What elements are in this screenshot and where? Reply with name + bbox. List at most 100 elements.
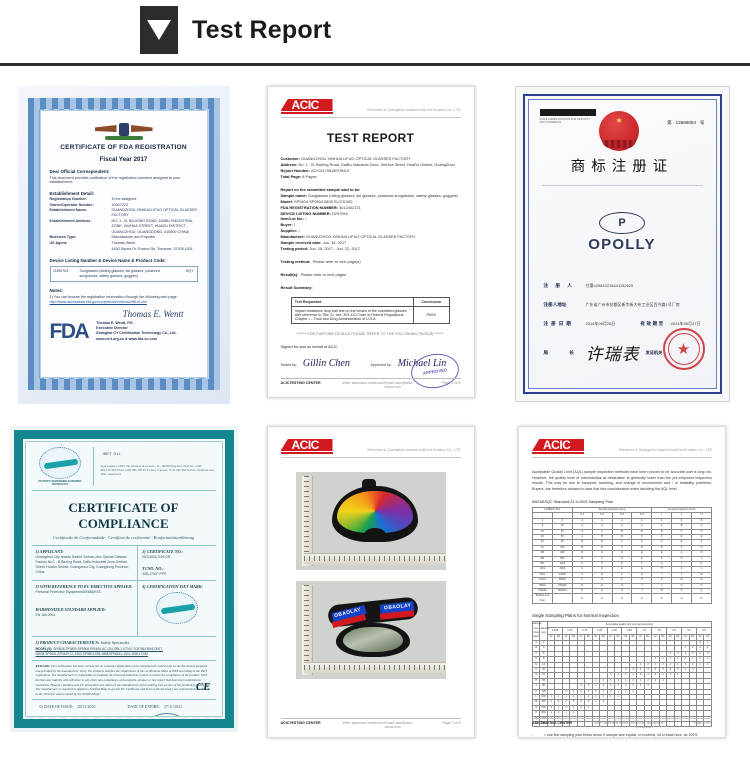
fda-title: CERTIFICATE OF FDA REGISTRATION xyxy=(60,144,187,151)
table-row: Business Type: Manufacturer and Exporter xyxy=(49,235,156,240)
fda-estab-heading: Establishment Detail: xyxy=(49,191,95,197)
dates-row: 6) DATE OF ISSUE: 28/11/2016 DATE OF EXPI… xyxy=(39,704,183,710)
gallery-cell-fda[interactable]: CERTIFICATE OF FDA REGISTRATION Fiscal Y… xyxy=(0,86,247,426)
aql-intro-paragraph: Acceptable Quality Limit (AQL) sample in… xyxy=(532,470,712,492)
trademark-title: 商标注册证 xyxy=(570,159,674,175)
document-footer: ACICTESTING CENTER Web: www.acic-china.c… xyxy=(280,377,461,389)
acic-test-report-document[interactable]: ACIC Shenzhen & Guangzhou Inspect.ion&Ce… xyxy=(266,86,475,398)
document-footer: ACICTESTING CENTER Web: www.acic-china.c… xyxy=(280,717,461,729)
table-row: 500001 And Over D E H K N Q R xyxy=(532,593,712,605)
gallery-cell-trademark[interactable]: STATE ADMINISTRATION FOR INDUSTRY AND CO… xyxy=(494,86,750,426)
iset-badge-icon: ISTITUTO SUPERIORE EUROPEO TECNOLOGY xyxy=(32,447,94,487)
signed-on-behalf: Signed for and on behalf of ACIC xyxy=(280,343,338,349)
table-row: Owner/Operator Number: 10007223 xyxy=(49,202,128,207)
directive-block: 3) WITH REFERENCE TO EC DIRECTIVE APPLIE… xyxy=(32,581,139,637)
registrant-field: 注 册 人 付惠ó29840216441152620 xyxy=(543,283,634,288)
header-title-row: Test Report xyxy=(0,6,331,54)
ski-goggles-strap-obaolay-photo: OBAOLAY OBAOLAY xyxy=(295,581,446,679)
fda-logo: FDA xyxy=(49,320,90,344)
red-star-seal-icon: ★ xyxy=(662,328,705,370)
iset-certificate-of-compliance[interactable]: ISTITUTO SUPERIORE EUROPEO TECNOLOGY ISE… xyxy=(9,426,238,732)
footer-email: Email: acic@acic-china.com xyxy=(384,721,414,729)
certificate-gallery-grid: CERTIFICATE OF FDA REGISTRATION Fiscal Y… xyxy=(0,66,750,770)
footer-center-name: ACICTESTING CENTER xyxy=(532,721,573,725)
total-page-row: Total Page: 8 Pages xyxy=(280,173,317,179)
china-national-emblem-icon: ★ xyxy=(596,109,642,153)
page-title: Test Report xyxy=(192,15,332,44)
acic-aql-sampling-plan-document[interactable]: ACIC Shenzhen & Guangzhou Inspect.ion&Ce… xyxy=(518,426,726,738)
legend-item: ↓ = use first sampling plan below arrow. … xyxy=(532,733,698,738)
document-footer: ACICTESTING CENTER Web: www.acic-china.c… xyxy=(532,717,712,729)
gallery-cell-test-report[interactable]: ACIC Shenzhen & Guangzhou Inspect.ion&Ce… xyxy=(247,86,494,426)
fda-registration-link[interactable]: http://www.accessdata.fda.gov/scripts/cd… xyxy=(50,300,198,304)
director-signature-row: 局 长 许瑞表 发证机关 ★ xyxy=(540,328,705,370)
iset-issuer-address: Sedi Legale e Uffici: Via Giuliano di Lo… xyxy=(100,464,215,477)
table-row: US Agent: Thomas Wenti xyxy=(49,240,136,245)
page-header: Test Report xyxy=(0,0,750,66)
table-row: Testing period: Jun. 15, 2017 - Jun. 22,… xyxy=(280,246,361,252)
fda-corr-heading: Dear Official Correspondent: xyxy=(49,169,110,174)
acic-sample-photo-document[interactable]: ACIC Shenzhen & Guangzhou Inspect.ion&Ce… xyxy=(266,426,475,738)
col-test-requested: Test Requested xyxy=(291,296,414,307)
aql-lot-size-table: Lot/Batch Size Special inspection levels G… xyxy=(532,506,712,605)
triangle-down-icon xyxy=(140,6,178,54)
fda-device-heading: Device Listing Number & Device Name & Pr… xyxy=(49,257,166,263)
col-conclusion: Conclusion xyxy=(412,296,450,307)
acic-logo-icon: ACIC xyxy=(532,439,584,454)
iset-mark-block: 4) CERTIFICATION ISET MARK: xyxy=(138,581,215,636)
acic-company-line: Shenzhen & Guangzhou Inspect.ion&Cert.if… xyxy=(618,448,712,452)
table-row: Impact resistance drop ball test on the … xyxy=(291,305,450,324)
ce-mark-icon: CE xyxy=(195,681,211,694)
gallery-cell-iset[interactable]: ISTITUTO SUPERIORE EUROPEO TECNOLOGY ISE… xyxy=(0,426,247,756)
table-row: Establishment Address: NO. 1 - B, BAJIONG… xyxy=(49,219,193,234)
iset-round-stamp-icon: ISET S.R.L. xyxy=(143,713,190,716)
iset-subtitle: Certificado de Conformidade · Certificat… xyxy=(31,535,216,547)
footer-web: Web: www.acic-china.com xyxy=(594,721,636,725)
gallery-cell-sample-photos[interactable]: ACIC Shenzhen & Guangzhou Inspect.ion&Ce… xyxy=(247,426,494,756)
certificate-no-block: 2) CERTIFICATE NO.: ISG1600LT/4012R TCNO… xyxy=(142,549,184,577)
acic-company-line: Shenzhen & Guangzhou Inspect.ion&Cert.if… xyxy=(366,108,461,112)
fda-signer-web: www.cert.org.cn & www.fda-cn.com xyxy=(96,336,158,341)
footer-center-name: ACICTESTING CENTER xyxy=(280,721,321,725)
footer-center-name: ACICTESTING CENTER xyxy=(280,381,321,385)
fda-corr-text: This document provides notification of t… xyxy=(49,175,181,185)
result-summary-table: Test Requested Conclusion Impact resista… xyxy=(291,296,450,324)
testing-method-row: Testing method: Please refer to next pag… xyxy=(280,259,361,265)
footer-web: Web: www.acic-china.com xyxy=(342,721,385,725)
cell-conclusion: PASS xyxy=(412,305,450,324)
opolly-logo-icon xyxy=(599,212,645,234)
fda-notes-text: 1) You can browse the registration infor… xyxy=(49,294,178,299)
ministry-block: STATE ADMINISTRATION FOR INDUSTRY AND CO… xyxy=(539,109,597,124)
director-signature: 许瑞表 xyxy=(585,345,640,364)
acic-logo-icon: ACIC xyxy=(280,99,333,114)
fda-signature: Thomas E. Wentt xyxy=(122,308,184,319)
fda-subtitle: Fiscal Year 2017 xyxy=(99,156,148,163)
footer-email: Email: acic@acic-china.com xyxy=(384,381,414,389)
results-row: Result(s): Please refer to next pages xyxy=(280,272,347,277)
eagle-emblem-icon xyxy=(94,123,153,140)
ski-goggles-rainbow-lens-photo xyxy=(295,472,446,570)
fda-device-box: D390704 Sunglasses (sliding glasses, ski… xyxy=(49,265,198,283)
remark-block: REMARK: The certification has been carri… xyxy=(31,661,216,701)
trademark-registration-certificate[interactable]: STATE ADMINISTRATION FOR INDUSTRY AND CO… xyxy=(514,86,730,402)
footer-page: Page 8 of 8 xyxy=(693,721,712,725)
table-row: Establishment Name: GUANGZHOU XINHUA LIFU… xyxy=(49,208,198,218)
iset-issuer-name: ISET S.r.l. xyxy=(102,451,122,456)
ministry-sub: STATE ADMINISTRATION FOR INDUSTRY AND CO… xyxy=(539,117,591,124)
footer-email: Email: acic@acic-china.com xyxy=(636,721,665,729)
gallery-cell-aql[interactable]: ACIC Shenzhen & Guangzhou Inspect.ion&Ce… xyxy=(494,426,750,756)
registrant-address-field: 注册人地址 广东省广州市花都区新华街大布工业区百兴路1号厂房 xyxy=(543,302,680,307)
acic-company-line: Shenzhen & Guangzhou Inspect.ion&Cert.if… xyxy=(366,448,461,452)
iset-mark-icon xyxy=(155,592,198,625)
continuation-note: ****** FOR FURTHER DETAILS PLEASE REFER … xyxy=(297,331,444,336)
table1-caption: ANSI/ASQC Standard Z1.4-2003 Sampling Pl… xyxy=(532,499,614,504)
director-label: 局 长 xyxy=(543,349,584,355)
issuer-label: 发证机关 xyxy=(645,349,663,355)
footer-page: Page 7 of 8 xyxy=(442,721,461,725)
table-row: Registration Number: To be assigned xyxy=(49,196,137,201)
fda-registration-certificate[interactable]: CERTIFICATE OF FDA REGISTRATION Fiscal Y… xyxy=(17,86,230,404)
brand-block: OPOLLY xyxy=(540,212,705,253)
product-characteristics-block: 5) PRODUCT CHARACTERISTICS: Safety Spect… xyxy=(31,637,216,661)
iset-title: CERTIFICATE OF COMPLIANCE xyxy=(68,500,179,532)
test-report-title: TEST REPORT xyxy=(326,131,415,145)
